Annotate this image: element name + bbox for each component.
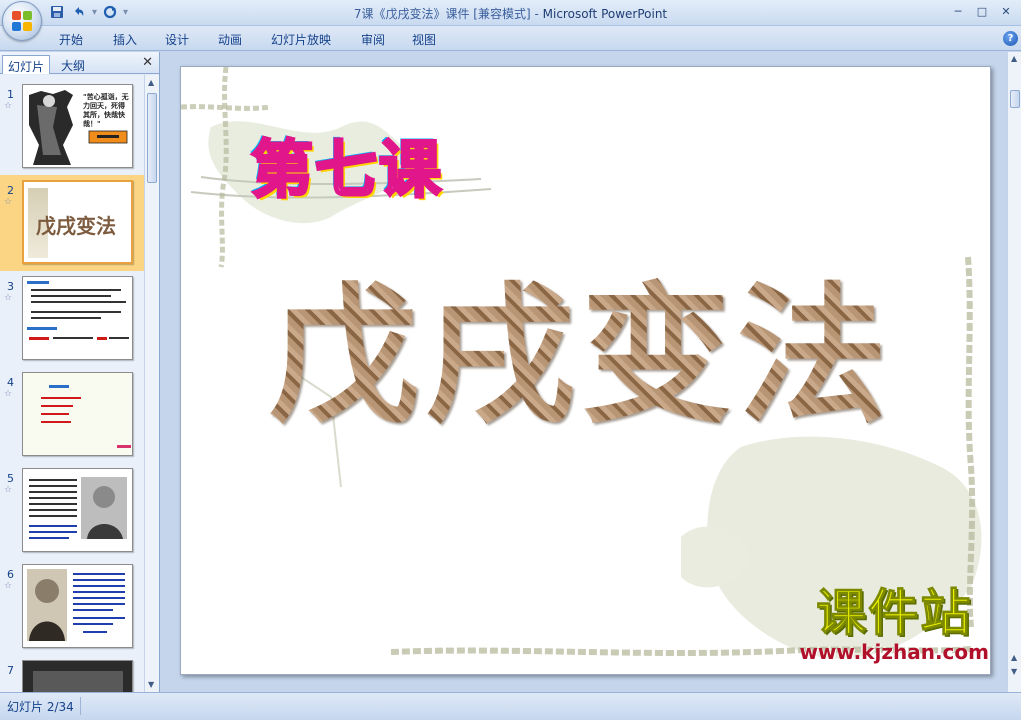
transition-icon: ☆ xyxy=(4,581,13,591)
title-bar: ▾ ▾ 7课《戊戌变法》课件 [兼容模式] - Microsoft PowerP… xyxy=(0,0,1021,41)
application-name: Microsoft PowerPoint xyxy=(542,7,668,21)
scroll-thumb[interactable] xyxy=(1010,90,1020,108)
thumbnail-image xyxy=(22,276,133,360)
transition-icon: ☆ xyxy=(4,101,13,111)
slide-number: 7 xyxy=(7,664,14,677)
slide-number: 5 xyxy=(7,472,14,485)
minimize-button[interactable]: ─ xyxy=(947,2,969,20)
window-title: 7课《戊戌变法》课件 [兼容模式] - Microsoft PowerPoint xyxy=(0,5,1021,22)
slide-number: 2 xyxy=(7,184,14,197)
slide-thumbnails: 1 ☆ "苦心孤诣，无力回天，死得其所，快哉快哉！" 2 ☆ 戊戌变法 3 ☆ … xyxy=(0,75,144,692)
slide-counter: 幻灯片 2/34 xyxy=(7,700,74,714)
slide-number: 3 xyxy=(7,280,14,293)
next-slide-icon[interactable]: ▼ xyxy=(1011,667,1017,676)
help-icon[interactable]: ? xyxy=(1003,31,1018,46)
slide-thumbnail-6[interactable]: 6 ☆ xyxy=(0,559,144,655)
office-logo-icon xyxy=(12,11,33,32)
slide-scrollbar[interactable]: ▲ ▲ ▼ xyxy=(1007,52,1021,692)
slide-number: 1 xyxy=(7,88,14,101)
tab-view[interactable]: 视图 xyxy=(412,31,436,48)
slide-thumbnail-7[interactable]: 7 xyxy=(0,655,144,692)
tab-home[interactable]: 开始 xyxy=(59,31,83,48)
slide-title: 戊戌变法 xyxy=(269,235,893,452)
thumbnail-title: 戊戌变法 xyxy=(36,214,116,238)
thumbnail-image xyxy=(22,564,133,648)
watermark-url: www.kjzhan.com xyxy=(799,640,989,664)
tab-outline[interactable]: 大纲 xyxy=(56,55,90,74)
slide-thumbnail-4[interactable]: 4 ☆ xyxy=(0,367,144,463)
thumbnail-image xyxy=(22,660,133,692)
slide-thumbnail-3[interactable]: 3 ☆ xyxy=(0,271,144,367)
tab-design[interactable]: 设计 xyxy=(165,31,189,48)
lesson-number-heading: 第七课 xyxy=(249,132,444,208)
slide-thumbnail-2[interactable]: 2 ☆ 戊戌变法 xyxy=(0,175,144,271)
window-controls: ─ □ ✕ xyxy=(947,2,1017,20)
scroll-down-icon[interactable]: ▼ xyxy=(148,680,154,689)
slide-number: 4 xyxy=(7,376,14,389)
scroll-up-icon[interactable]: ▲ xyxy=(1011,54,1017,63)
document-title: 7课《戊戌变法》课件 [兼容模式] - xyxy=(353,7,543,21)
status-bar: 幻灯片 2/34 xyxy=(0,692,1021,720)
tab-animations[interactable]: 动画 xyxy=(218,31,242,48)
previous-slide-icon[interactable]: ▲ xyxy=(1011,653,1017,662)
thumbnail-quote: "苦心孤诣，无力回天，死得其所，快哉快哉！" xyxy=(83,93,129,128)
transition-icon: ☆ xyxy=(4,485,13,495)
scroll-up-icon[interactable]: ▲ xyxy=(148,78,154,87)
tab-insert[interactable]: 插入 xyxy=(113,31,137,48)
slide-number: 6 xyxy=(7,568,14,581)
slide-thumbnail-5[interactable]: 5 ☆ xyxy=(0,463,144,559)
pane-tabs: 幻灯片 大纲 ✕ xyxy=(0,52,159,74)
thumbnail-image xyxy=(22,372,133,456)
transition-icon: ☆ xyxy=(4,197,13,207)
thumbnail-image: 戊戌变法 xyxy=(22,180,133,264)
ribbon-tabs: 开始 插入 设计 动画 幻灯片放映 审阅 视图 ? xyxy=(0,26,1021,51)
maximize-button[interactable]: □ xyxy=(971,2,993,20)
status-divider xyxy=(80,697,81,715)
thumbnail-image xyxy=(22,468,133,552)
tab-review[interactable]: 审阅 xyxy=(361,31,385,48)
slides-pane: 幻灯片 大纲 ✕ 1 ☆ "苦心孤诣，无力回天，死得其所，快哉快哉！" 2 ☆ … xyxy=(0,52,160,692)
slide-thumbnail-1[interactable]: 1 ☆ "苦心孤诣，无力回天，死得其所，快哉快哉！" xyxy=(0,79,144,175)
watermark-logo-text: 课件站 xyxy=(816,584,973,642)
slide-editing-area: 第七课 戊戌变法 课件站 www.kjzhan.com xyxy=(161,52,1007,692)
watermark: 课件站 www.kjzhan.com xyxy=(799,584,989,665)
close-button[interactable]: ✕ xyxy=(995,2,1017,20)
transition-icon: ☆ xyxy=(4,389,13,399)
thumbnail-scrollbar[interactable]: ▲ ▼ xyxy=(144,75,159,692)
office-button[interactable] xyxy=(2,1,42,41)
thumbnail-image: "苦心孤诣，无力回天，死得其所，快哉快哉！" xyxy=(22,84,133,168)
scroll-thumb[interactable] xyxy=(147,93,157,183)
transition-icon: ☆ xyxy=(4,293,13,303)
tab-slides[interactable]: 幻灯片 xyxy=(2,55,51,74)
tab-slideshow[interactable]: 幻灯片放映 xyxy=(271,31,331,48)
close-pane-icon[interactable]: ✕ xyxy=(142,55,153,70)
